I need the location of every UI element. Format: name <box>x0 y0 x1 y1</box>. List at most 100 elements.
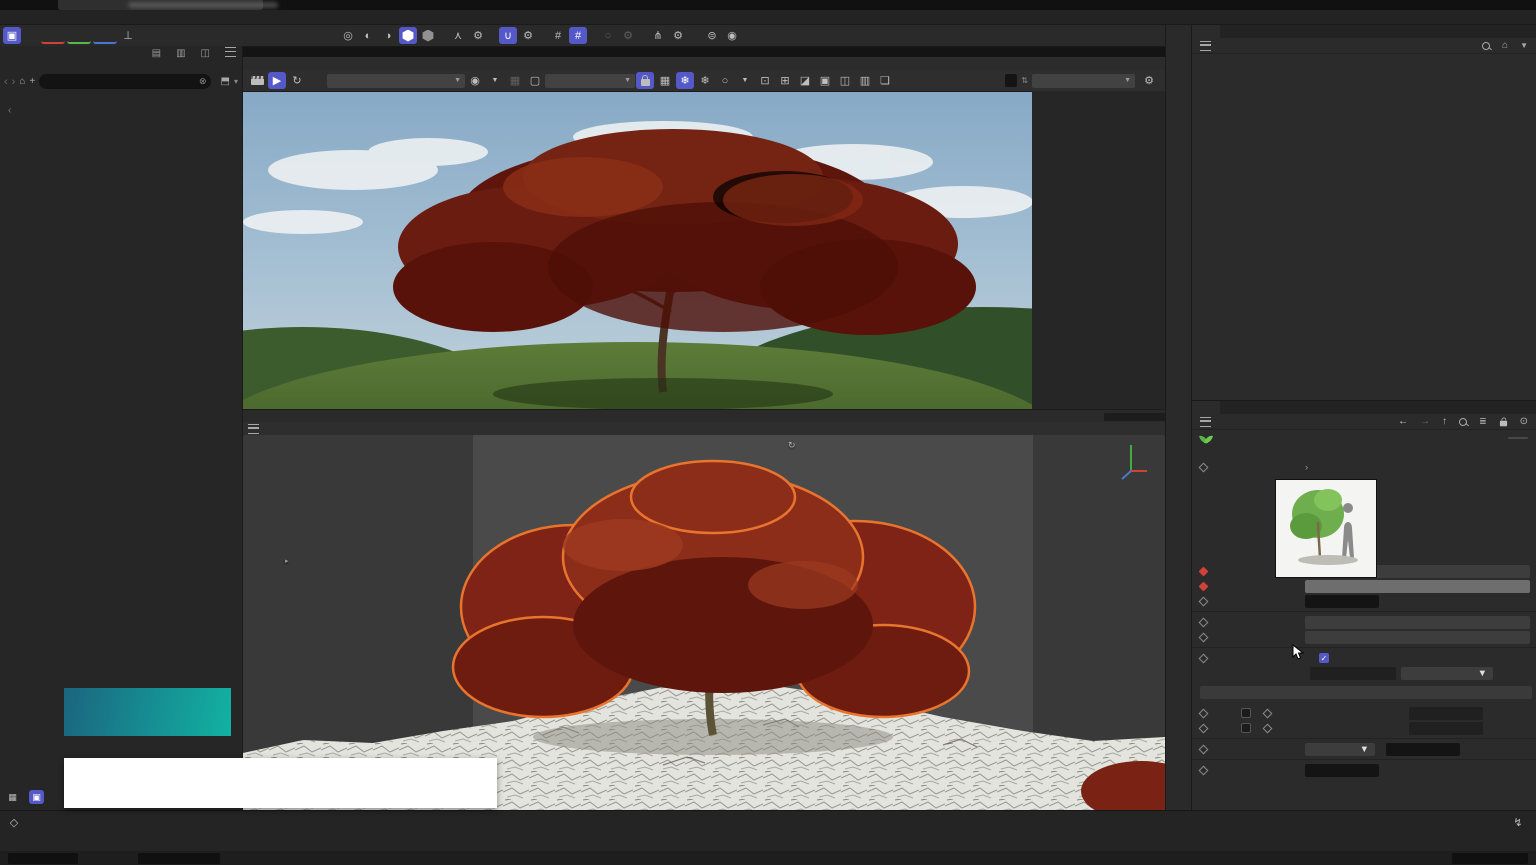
attr-lock-icon[interactable] <box>1500 421 1507 427</box>
snapshot2-icon[interactable]: ❄ <box>696 72 714 89</box>
leaf-density-field[interactable] <box>1305 595 1379 608</box>
camera-rotate-icon[interactable]: ↻ <box>788 440 796 451</box>
custom-scale-field[interactable] <box>1310 667 1396 680</box>
tab-layers[interactable] <box>1220 401 1248 414</box>
render-pass-select[interactable]: ▼ <box>327 74 465 88</box>
plant-row[interactable]: › <box>1200 460 1536 474</box>
tool-expand-icon[interactable]: ▸ <box>285 557 289 565</box>
rv-play-icon[interactable]: ▶ <box>268 72 286 89</box>
lock-icon[interactable] <box>636 72 654 89</box>
rgb-channel-icon[interactable]: ◉ <box>466 72 484 89</box>
spline-dynamics-settings-icon[interactable]: ⚙ <box>669 27 687 44</box>
cloth-belt-icon[interactable]: # <box>569 27 587 44</box>
document-tab[interactable] <box>58 0 263 10</box>
max-branch-field[interactable] <box>1409 722 1483 735</box>
min-branch-field[interactable] <box>1409 707 1483 720</box>
diag-icon[interactable]: ◪ <box>796 72 814 89</box>
grid-overlay-icon[interactable]: ▦ <box>506 72 524 89</box>
attr-filter-icon[interactable]: ≣ <box>1479 416 1487 427</box>
rigid-body-icon[interactable] <box>399 27 417 44</box>
package-icon[interactable]: ⬒ <box>221 76 230 87</box>
axis-y-button[interactable] <box>67 28 91 44</box>
rv-refresh-icon[interactable]: ↻ <box>288 72 306 89</box>
max-branch-use-checkbox[interactable] <box>1241 723 1251 733</box>
search-input[interactable] <box>39 74 211 89</box>
range-end-field[interactable] <box>1452 853 1528 864</box>
grid-view-icon[interactable]: ▦ <box>5 790 20 804</box>
expand-icon[interactable]: ⊞ <box>776 72 794 89</box>
coordinate-system-icon[interactable]: ⊥ <box>119 27 137 44</box>
range-start-field-2[interactable] <box>138 853 220 864</box>
home-icon[interactable]: ⌂ <box>19 76 25 87</box>
search-options-icon[interactable]: ▾ <box>234 77 238 86</box>
add-image-icon[interactable]: ◫ <box>836 72 854 89</box>
tab-objects[interactable] <box>1192 25 1220 38</box>
rv-rt-label[interactable] <box>308 72 326 89</box>
render-target-select[interactable]: ▼ <box>545 74 635 88</box>
thumb-view-icon[interactable]: ▣ <box>29 790 44 804</box>
attr-up-icon[interactable]: ↑ <box>1442 416 1447 427</box>
connector-settings-icon[interactable]: ⚙ <box>469 27 487 44</box>
attr-history-icon[interactable]: ⊙ <box>1520 416 1528 427</box>
collider-body-icon[interactable] <box>419 27 437 44</box>
ab-compare-icon[interactable]: ▦ <box>656 72 674 89</box>
objects-panel-menu-icon[interactable] <box>1200 41 1211 51</box>
magnet-icon[interactable]: ∪ <box>499 27 517 44</box>
attr-search-icon[interactable] <box>1459 418 1467 426</box>
rope-icon[interactable]: ○ <box>599 27 617 44</box>
back-icon[interactable]: ‹ <box>4 76 8 88</box>
zoom-stepper-icon[interactable]: ⇅ <box>1021 76 1028 85</box>
objects-filter-icon[interactable]: ▼ <box>1520 41 1528 50</box>
axis-x-button[interactable] <box>41 28 65 44</box>
snapshot-icon[interactable]: ❄ <box>676 72 694 89</box>
rgb-dropdown-icon[interactable]: ▼ <box>486 72 504 89</box>
tab-takes[interactable] <box>1220 25 1248 38</box>
keyframe-palette-icon[interactable]: ◇ <box>5 814 23 831</box>
breadcrumb-back-icon[interactable]: ‹ <box>8 105 11 116</box>
fcurve-icon[interactable]: ↯ <box>1509 814 1527 831</box>
simulate-scene-icon[interactable]: ◎ <box>339 27 357 44</box>
custom-scale-unit-select[interactable]: ▼ <box>1401 667 1493 680</box>
rv-clapper-icon[interactable] <box>248 72 266 89</box>
breadcrumb[interactable]: ‹ <box>8 105 242 116</box>
focus-icon[interactable]: ⊡ <box>756 72 774 89</box>
tab-attributes[interactable] <box>1192 401 1220 414</box>
connector-icon[interactable]: ⋏ <box>449 27 467 44</box>
min-branch-use-checkbox[interactable] <box>1241 708 1251 718</box>
cloth-icon[interactable]: # <box>549 27 567 44</box>
circle-dropdown-icon[interactable]: ▼ <box>736 72 754 89</box>
custom-button[interactable] <box>1508 437 1528 439</box>
file-icon[interactable]: ❏ <box>876 72 894 89</box>
editor-mode-select[interactable] <box>1305 631 1530 644</box>
use-document-scale-checkbox[interactable]: ✓ <box>1319 653 1329 663</box>
zoom-mode-select[interactable]: ▼ <box>1032 74 1135 88</box>
render-mode-select[interactable] <box>1305 616 1530 629</box>
rope-settings-icon[interactable]: ⚙ <box>619 27 637 44</box>
objects-search-icon[interactable] <box>1482 42 1490 50</box>
scene-nodes-icon[interactable]: ⊜ <box>703 27 721 44</box>
simulate-local-icon[interactable]: ◐ <box>359 27 377 44</box>
circle-tool-icon[interactable]: ○ <box>716 72 734 89</box>
simulate-cache-icon[interactable]: ◑ <box>379 27 397 44</box>
perspective-viewport[interactable]: ↻ ▸ <box>243 435 1165 811</box>
season-select[interactable] <box>1305 580 1530 593</box>
subdivision-field[interactable] <box>1386 743 1460 756</box>
crop-icon[interactable]: ▢ <box>526 72 544 89</box>
magnet-settings-icon[interactable]: ⚙ <box>519 27 537 44</box>
layout-icon-2[interactable]: ▥ <box>176 48 185 59</box>
range-start-field[interactable] <box>8 853 78 864</box>
forward-icon[interactable]: › <box>12 76 16 88</box>
plant-preview-image[interactable] <box>1275 479 1377 578</box>
spline-dynamics-icon[interactable]: ⋔ <box>649 27 667 44</box>
axis-z-button[interactable] <box>93 28 117 44</box>
layout-icon-1[interactable]: ▤ <box>152 48 161 59</box>
attributes-panel-menu-icon[interactable] <box>1200 417 1211 427</box>
rv-settings-gear-icon[interactable]: ⚙ <box>1140 72 1158 89</box>
panel-menu-icon[interactable] <box>225 47 236 60</box>
asset-icon[interactable]: ◉ <box>723 27 741 44</box>
subdivision-mode-select[interactable]: ▼ <box>1305 743 1375 756</box>
objects-home-icon[interactable]: ⌂ <box>1502 40 1508 51</box>
last-tool-icon[interactable]: ▣ <box>3 27 21 44</box>
attr-back-icon[interactable]: ← <box>1398 416 1408 427</box>
pv-icon[interactable]: ▥ <box>856 72 874 89</box>
